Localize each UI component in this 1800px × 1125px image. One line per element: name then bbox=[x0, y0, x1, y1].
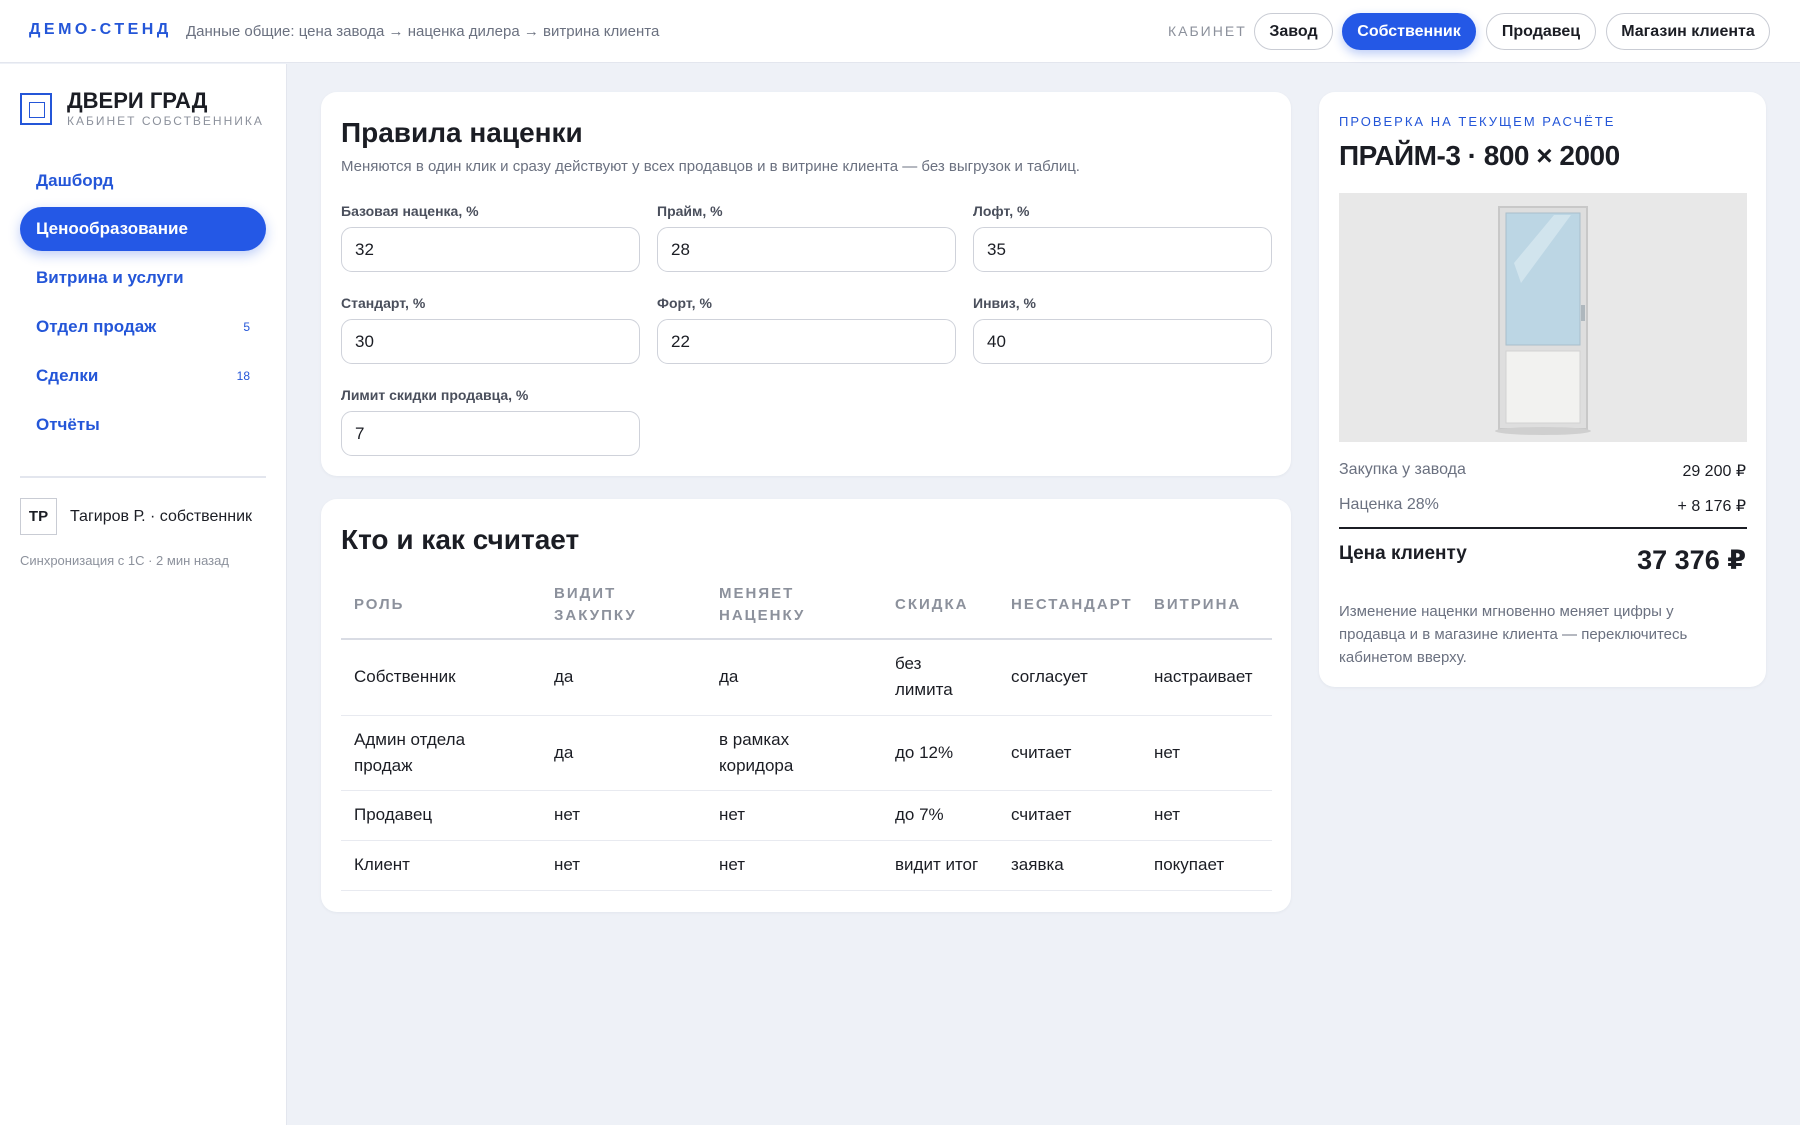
client-price-label: Цена клиенту bbox=[1339, 543, 1467, 564]
invis-markup-label: Инвиз, % bbox=[973, 295, 1036, 311]
table-cell-showcase: нет bbox=[1154, 805, 1181, 824]
table-header-role: РОЛЬ bbox=[354, 596, 405, 613]
table-header-sees-purchase: ВИДИТ ЗАКУПКУ bbox=[554, 585, 637, 624]
table-cell-sees-purchase: да bbox=[554, 743, 574, 762]
table-cell-showcase: покупает bbox=[1154, 855, 1225, 874]
table-cell-discount: видит итог bbox=[895, 855, 979, 874]
table-row-divider bbox=[341, 840, 1272, 841]
table-cell-showcase: нет bbox=[1154, 743, 1181, 762]
prime-markup-label: Прайм, % bbox=[657, 203, 723, 219]
avatar[interactable]: ТР bbox=[20, 498, 57, 535]
sidebar-item-label: Витрина и услуги bbox=[36, 268, 184, 287]
fort-markup-label: Форт, % bbox=[657, 295, 712, 311]
table-cell-role: Продавец bbox=[354, 805, 433, 824]
cabinet-factory-button[interactable]: Завод bbox=[1254, 13, 1333, 50]
table-cell-role: Админ отдела продаж bbox=[354, 730, 466, 775]
table-header-discount: СКИДКА bbox=[895, 596, 969, 613]
top-bar: ДЕМО-СТЕНД Данные общие: цена завода → н… bbox=[0, 0, 1800, 63]
markup-amount-label: Наценка 28% bbox=[1339, 496, 1439, 513]
sidebar-item-sales-dept[interactable]: Отдел продаж 5 bbox=[20, 305, 266, 349]
table-cell-nonstandard: считает bbox=[1011, 805, 1072, 824]
breadcrumb: Данные общие: цена завода → наценка диле… bbox=[186, 23, 660, 40]
table-cell-showcase: настраивает bbox=[1154, 667, 1253, 686]
fort-markup-input[interactable] bbox=[657, 319, 956, 364]
markup-rules-title: Правила наценки bbox=[341, 117, 583, 148]
sidebar-item-label: Дашборд bbox=[36, 171, 114, 190]
sidebar-item-label: Сделки bbox=[36, 366, 99, 385]
sidebar-item-label: Отдел продаж bbox=[36, 317, 157, 336]
table-cell-discount: до 12% bbox=[895, 743, 954, 762]
purchase-label: Закупка у завода bbox=[1339, 461, 1466, 478]
table-cell-changes-markup: нет bbox=[719, 805, 746, 824]
sync-status: Синхронизация с 1С · 2 мин назад bbox=[20, 553, 229, 568]
standard-markup-input[interactable] bbox=[341, 319, 640, 364]
cabinet-label: КАБИНЕТ bbox=[1168, 23, 1247, 39]
sidebar-item-dashboard[interactable]: Дашборд bbox=[20, 159, 266, 203]
product-title: ПРАЙМ-3 · 800 × 2000 bbox=[1339, 140, 1620, 171]
table-cell-nonstandard: считает bbox=[1011, 743, 1072, 762]
markup-rules-subtitle: Меняются в один клик и сразу действуют у… bbox=[341, 158, 1080, 175]
table-header-showcase: ВИТРИНА bbox=[1154, 596, 1242, 613]
roles-card bbox=[321, 499, 1291, 912]
company-subtitle: КАБИНЕТ СОБСТВЕННИКА bbox=[67, 114, 264, 128]
price-check-note: Изменение наценки мгновенно меняет цифры… bbox=[1339, 603, 1688, 666]
table-cell-discount: до 7% bbox=[895, 805, 944, 824]
cabinet-owner-button[interactable]: Собственник bbox=[1342, 13, 1476, 50]
table-header-changes-markup: МЕНЯЕТ НАЦЕНКУ bbox=[719, 585, 806, 624]
standard-markup-label: Стандарт, % bbox=[341, 295, 426, 311]
price-check-eyebrow: ПРОВЕРКА НА ТЕКУЩЕМ РАСЧЁТЕ bbox=[1339, 114, 1616, 129]
door-icon bbox=[1495, 206, 1591, 435]
roles-title: Кто и как считает bbox=[341, 524, 580, 555]
sidebar-item-showcase[interactable]: Витрина и услуги bbox=[20, 256, 266, 300]
base-markup-input[interactable] bbox=[341, 227, 640, 272]
total-divider bbox=[1339, 527, 1747, 529]
table-row-divider bbox=[341, 715, 1272, 716]
table-cell-role: Клиент bbox=[354, 855, 410, 874]
discount-limit-label: Лимит скидки продавца, % bbox=[341, 387, 529, 403]
purchase-value: 29 200 ₽ bbox=[1682, 463, 1746, 480]
table-cell-discount: без лимита bbox=[895, 654, 953, 699]
table-cell-nonstandard: согласует bbox=[1011, 667, 1088, 686]
invis-markup-input[interactable] bbox=[973, 319, 1272, 364]
table-cell-sees-purchase: нет bbox=[554, 855, 581, 874]
loft-markup-input[interactable] bbox=[973, 227, 1272, 272]
table-cell-changes-markup: да bbox=[719, 667, 739, 686]
table-row-divider bbox=[341, 790, 1272, 791]
sidebar-item-label: Ценообразование bbox=[36, 219, 188, 238]
sidebar-item-reports[interactable]: Отчёты bbox=[20, 403, 266, 447]
sidebar-count-badge: 5 bbox=[243, 320, 250, 334]
markup-amount-value: + 8 176 ₽ bbox=[1677, 498, 1746, 515]
table-cell-changes-markup: нет bbox=[719, 855, 746, 874]
table-cell-sees-purchase: нет bbox=[554, 805, 581, 824]
door-image bbox=[1339, 193, 1747, 442]
table-cell-nonstandard: заявка bbox=[1011, 855, 1064, 874]
sidebar-item-deals[interactable]: Сделки 18 bbox=[20, 354, 266, 398]
client-price-value: 37 376 ₽ bbox=[1637, 545, 1746, 575]
table-cell-changes-markup: в рамках коридора bbox=[719, 730, 794, 775]
company-name: ДВЕРИ ГРАД bbox=[67, 88, 208, 113]
cabinet-client-store-button[interactable]: Магазин клиента bbox=[1606, 13, 1770, 50]
sidebar-count-badge: 18 bbox=[236, 369, 250, 383]
prime-markup-input[interactable] bbox=[657, 227, 956, 272]
brand-logo[interactable]: ДЕМО-СТЕНД bbox=[29, 21, 172, 39]
discount-limit-input[interactable] bbox=[341, 411, 640, 456]
base-markup-label: Базовая наценка, % bbox=[341, 203, 479, 219]
table-cell-sees-purchase: да bbox=[554, 667, 574, 686]
sidebar-item-label: Отчёты bbox=[36, 415, 100, 434]
sidebar-item-pricing[interactable]: Ценообразование bbox=[20, 207, 266, 251]
user-name: Тагиров Р. · собственник bbox=[70, 508, 252, 525]
company-logo-icon bbox=[20, 93, 52, 125]
table-header-nonstandard: НЕСТАНДАРТ bbox=[1011, 596, 1133, 613]
sidebar: ДВЕРИ ГРАД КАБИНЕТ СОБСТВЕННИКА Дашборд … bbox=[0, 64, 287, 1125]
table-header-divider bbox=[341, 638, 1272, 640]
loft-markup-label: Лофт, % bbox=[973, 203, 1030, 219]
table-cell-role: Собственник bbox=[354, 667, 456, 686]
table-row-divider bbox=[341, 890, 1272, 891]
sidebar-divider bbox=[20, 476, 266, 478]
cabinet-seller-button[interactable]: Продавец bbox=[1486, 13, 1596, 50]
